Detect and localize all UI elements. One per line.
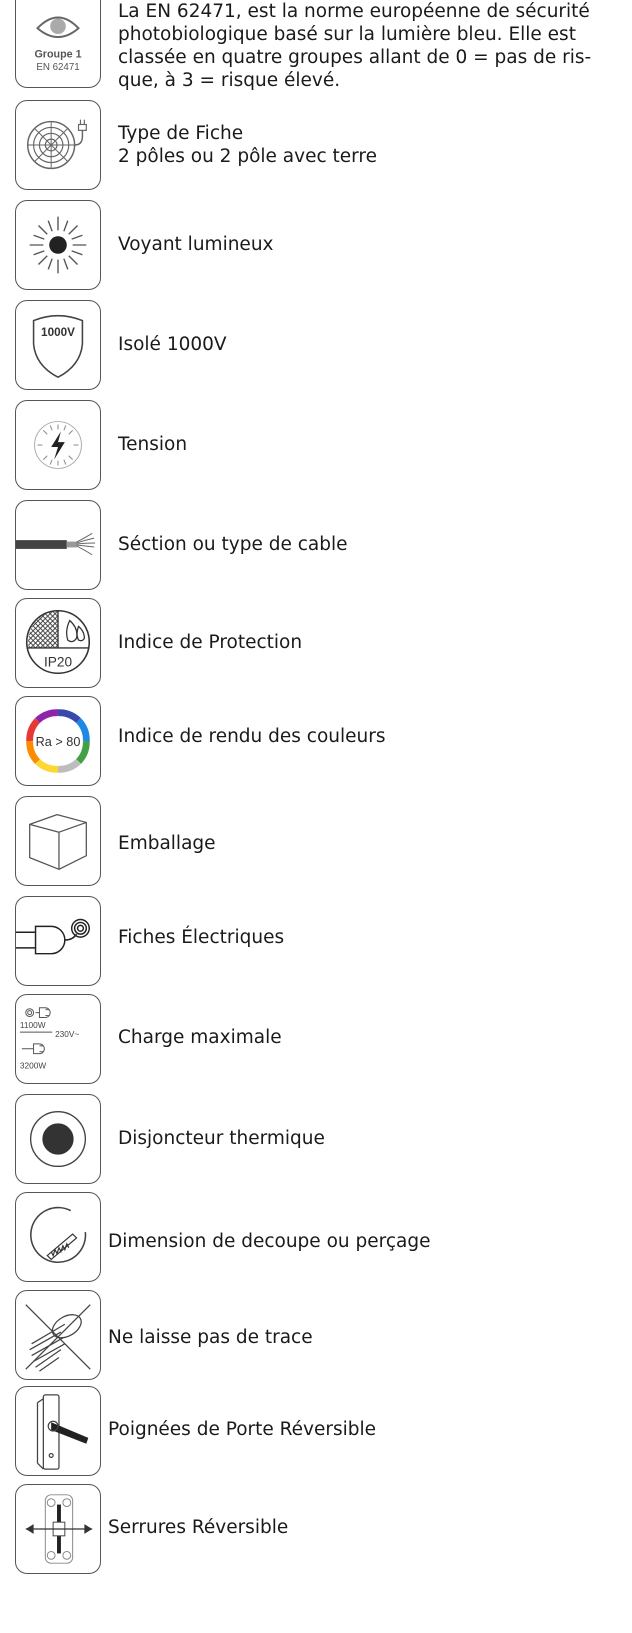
spec-label: Ne laisse pas de trace (108, 1327, 313, 1348)
icon-box (15, 896, 101, 986)
eye-group-icon: Groupe 1 EN 62471 (34, 16, 82, 73)
spec-row-door-handle: Poignées de Porte Réversible (0, 1386, 632, 1478)
paragraph-line: photobiologique basé sur la lumière bleu… (118, 24, 576, 45)
paragraph-line: classée en quatre groupes allant de 0 = … (118, 47, 592, 68)
spec-row-thermal-breaker: Disjoncteur thermique (0, 1094, 632, 1186)
spec-label: Serrures Réversible (108, 1517, 289, 1538)
reversible-lock-icon (25, 1494, 93, 1564)
icon-box: Groupe 1 EN 62471 (15, 0, 101, 88)
spec-row-plugs: Fiches Électriques (0, 896, 632, 988)
saw-cut-icon (30, 1206, 87, 1264)
no-trace-icon (25, 1304, 91, 1372)
icon-text: Groupe 1 (34, 49, 81, 61)
color-rendering-icon: Ra > 80 (26, 709, 90, 773)
spec-label-line: Type de Fiche (118, 123, 244, 144)
electric-plug-icon (16, 918, 90, 955)
spec-row-max-load: 1100W 230V~ 3200W Charge maximale (0, 994, 632, 1086)
spec-label: Disjoncteur thermique (118, 1128, 325, 1149)
spec-label: Voyant lumineux (118, 234, 274, 255)
spec-label: Emballage (118, 833, 216, 854)
spec-label: Séction ou type de cable (118, 534, 348, 555)
icon-text: 1000V (41, 326, 75, 339)
spec-label: Dimension de decoupe ou perçage (108, 1231, 431, 1252)
spec-row-insulated: 1000V Isolé 1000V (0, 300, 632, 392)
thermal-breaker-icon (29, 1110, 87, 1168)
icon-box (15, 1290, 101, 1380)
max-load-icon: 1100W 230V~ 3200W (20, 1007, 79, 1070)
description-paragraph: La EN 62471, est la norme européenne de … (118, 0, 615, 92)
ip20-protection-icon: IP20 (25, 609, 91, 675)
spec-label-line: 2 pôles ou 2 pôle avec terre (118, 146, 378, 167)
icon-box: 1000V (15, 300, 101, 390)
spec-label: Type de Fiche 2 pôles ou 2 pôle avec ter… (118, 122, 377, 168)
icon-text: 230V~ (55, 1029, 79, 1039)
spec-label: Charge maximale (118, 1027, 282, 1048)
icon-text: EN 62471 (36, 62, 79, 73)
icon-text: Ra > 80 (36, 735, 81, 749)
spec-row-indicator-light: Voyant lumineux (0, 200, 632, 292)
icon-box (15, 1094, 101, 1184)
spec-row-cutout: Dimension de decoupe ou perçage (0, 1192, 632, 1284)
icon-box (15, 500, 101, 590)
spec-label: Isolé 1000V (118, 334, 227, 355)
spec-row-en62471: Groupe 1 EN 62471 La EN 62471, est la no… (0, 0, 632, 92)
icon-text: 1100W (20, 1020, 46, 1030)
icon-box: 1100W 230V~ 3200W (15, 994, 101, 1084)
spec-row-reversible-lock: Serrures Réversible (0, 1484, 632, 1576)
icon-box (15, 1192, 101, 1282)
icon-box: IP20 (15, 598, 101, 688)
voltage-dial-icon (34, 421, 82, 469)
paragraph-line: La EN 62471, est la norme européenne de … (118, 1, 590, 22)
icon-box (15, 1386, 101, 1476)
icon-box (15, 100, 101, 190)
icon-box (15, 1484, 101, 1574)
paragraph-line: que, à 3 = risque élevé. (118, 70, 341, 91)
indicator-light-icon (29, 216, 87, 274)
spec-row-no-trace: Ne laisse pas de trace (0, 1290, 632, 1382)
spec-label: Indice de rendu des couleurs (118, 726, 386, 747)
spec-label: Indice de Protection (118, 632, 303, 653)
spec-row-ip: IP20 Indice de Protection (0, 598, 632, 690)
door-handle-icon (36, 1394, 89, 1470)
icon-box (15, 400, 101, 490)
cable-reel-plug-icon (26, 119, 87, 170)
icon-text: IP20 (44, 654, 72, 669)
spec-row-cri: Ra > 80 Indice de rendu des couleurs (0, 696, 632, 788)
spec-row-cable-section: Séction ou type de cable (0, 500, 632, 592)
package-box-icon (29, 813, 87, 870)
spec-row-plug-type: Type de Fiche 2 pôles ou 2 pôle avec ter… (0, 100, 632, 192)
spec-label: Poignées de Porte Réversible (108, 1419, 377, 1440)
shield-1000v-icon: 1000V (32, 314, 84, 379)
spec-label: Tension (118, 434, 188, 455)
spec-label: Fiches Électriques (118, 927, 285, 948)
spec-row-voltage: Tension (0, 400, 632, 492)
icon-box: Ra > 80 (15, 696, 101, 786)
cable-section-icon (16, 532, 96, 556)
icon-text: 3200W (20, 1060, 46, 1070)
spec-row-packaging: Emballage (0, 796, 632, 888)
icon-box (15, 796, 101, 886)
icon-box (15, 200, 101, 290)
